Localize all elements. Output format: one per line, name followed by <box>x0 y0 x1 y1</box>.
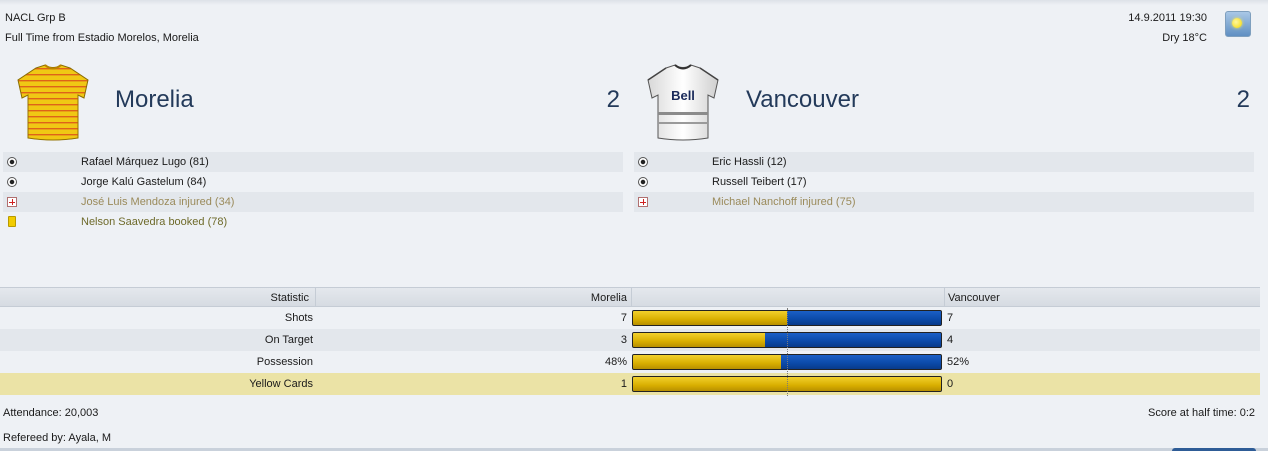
stat-bar-home <box>633 311 787 325</box>
stat-bar-home <box>633 355 781 369</box>
top-divider <box>0 0 1268 5</box>
event-text[interactable]: Eric Hassli (12) <box>712 156 787 168</box>
home-kit-icon[interactable] <box>12 62 94 144</box>
event-text[interactable]: Russell Teibert (17) <box>712 176 807 188</box>
stats-header: Statistic Morelia Vancouver <box>0 287 1260 307</box>
home-events-list: Rafael Márquez Lugo (81) Jorge Kalú Gast… <box>3 152 623 232</box>
ball-icon <box>638 177 648 187</box>
stat-label: Yellow Cards <box>249 378 313 390</box>
stat-label: On Target <box>264 334 313 346</box>
stats-table: Statistic Morelia Vancouver Shots 7 7 On Ta… <box>0 287 1260 395</box>
stat-bar-away <box>765 333 941 347</box>
event-row: Nelson Saavedra booked (78) <box>3 212 623 232</box>
stat-away-value: 0 <box>947 378 954 390</box>
match-datetime: 14.9.2011 19:30 <box>1128 12 1207 24</box>
event-text[interactable]: Nelson Saavedra booked (78) <box>81 216 227 228</box>
event-text[interactable]: Rafael Márquez Lugo (81) <box>81 156 209 168</box>
stat-bar-away <box>787 311 941 325</box>
stat-row: On Target 3 4 <box>0 329 1260 351</box>
col-statistic[interactable]: Statistic <box>0 292 313 304</box>
event-row: José Luis Mendoza injured (34) <box>3 192 623 212</box>
stat-label: Possession <box>256 356 313 368</box>
stat-home-value: 7 <box>620 312 627 324</box>
stat-away-value: 7 <box>947 312 954 324</box>
stats-midline <box>787 308 788 396</box>
stat-row: Shots 7 7 <box>0 307 1260 329</box>
event-text[interactable]: Jorge Kalú Gastelum (84) <box>81 176 206 188</box>
event-text[interactable]: Michael Nanchoff injured (75) <box>712 196 855 208</box>
stat-label: Shots <box>284 312 313 324</box>
away-score: 2 <box>1236 86 1250 113</box>
injury-icon <box>638 197 648 207</box>
stat-home-value: 48% <box>604 356 627 368</box>
ball-icon <box>638 157 648 167</box>
event-row: Eric Hassli (12) <box>634 152 1254 172</box>
event-text[interactable]: José Luis Mendoza injured (34) <box>81 196 234 208</box>
away-events-list: Eric Hassli (12) Russell Teibert (17) Mi… <box>634 152 1254 212</box>
away-team-name[interactable]: Vancouver <box>746 86 859 114</box>
halftime-score: Score at half time: 0:2 <box>1148 407 1255 419</box>
competition-name[interactable]: NACL Grp B <box>5 12 66 24</box>
match-report: NACL Grp B Full Time from Estadio Morelo… <box>0 0 1268 451</box>
weather-text: Dry 18°C <box>1162 32 1207 44</box>
stat-bar-home <box>633 333 765 347</box>
stat-bar-away <box>781 355 941 369</box>
event-row: Michael Nanchoff injured (75) <box>634 192 1254 212</box>
col-home[interactable]: Morelia <box>316 292 628 304</box>
yellow-card-icon <box>8 216 16 227</box>
venue-line: Full Time from Estadio Morelos, Morelia <box>5 32 199 44</box>
stat-away-value: 52% <box>947 356 970 368</box>
away-kit-icon[interactable]: Bell <box>642 62 724 144</box>
stat-home-value: 1 <box>620 378 627 390</box>
sun-icon <box>1225 11 1251 37</box>
stat-away-value: 4 <box>947 334 954 346</box>
attendance: Attendance: 20,003 <box>3 407 99 419</box>
home-team-name[interactable]: Morelia <box>115 86 194 114</box>
ball-icon <box>7 157 17 167</box>
stat-home-value: 3 <box>620 334 627 346</box>
event-row: Jorge Kalú Gastelum (84) <box>3 172 623 192</box>
col-away[interactable]: Vancouver <box>948 292 1000 304</box>
ball-icon <box>7 177 17 187</box>
event-row: Rafael Márquez Lugo (81) <box>3 152 623 172</box>
stat-row: Yellow Cards 1 0 <box>0 373 1260 395</box>
svg-text:Bell: Bell <box>671 88 695 103</box>
injury-icon <box>7 197 17 207</box>
stat-row: Possession 48% 52% <box>0 351 1260 373</box>
home-score: 2 <box>606 86 620 113</box>
event-row: Russell Teibert (17) <box>634 172 1254 192</box>
referee: Refereed by: Ayala, M <box>3 432 112 444</box>
